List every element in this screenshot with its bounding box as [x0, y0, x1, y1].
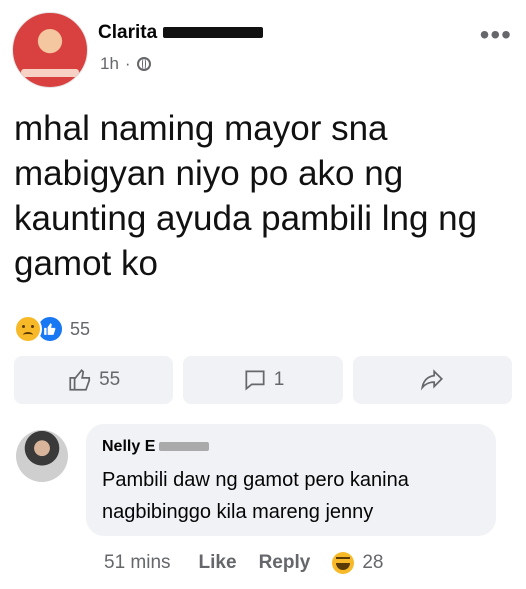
comment-reaction-count[interactable]: 28	[362, 552, 383, 574]
comment-time[interactable]: 51 mins	[104, 552, 171, 574]
action-bar: 55 1	[14, 356, 512, 404]
comment-text: Pambili daw ng gamot pero kanina nagbibi…	[102, 469, 409, 523]
commenter-name[interactable]: Nelly E	[102, 438, 210, 456]
author-name[interactable]: Clarita	[98, 22, 264, 44]
post-header: Clarita 1h · •••	[12, 12, 514, 88]
post-text: mhal naming mayor sna mabigyan niyo po a…	[14, 109, 478, 283]
globe-icon	[136, 57, 151, 71]
author-name-text[interactable]: Clarita	[98, 22, 157, 43]
comment-button[interactable]: 1	[183, 356, 343, 404]
like-button[interactable]: 55	[14, 356, 174, 404]
redacted-name-bar	[163, 27, 264, 39]
more-options-icon[interactable]: •••	[480, 21, 512, 49]
reactions-summary[interactable]: 55	[14, 315, 91, 343]
meta-separator: ·	[124, 54, 131, 73]
comment-meta: 51 mins Like Reply 28	[104, 552, 383, 574]
redacted-commenter-bar	[159, 442, 210, 452]
author-avatar[interactable]	[12, 12, 88, 88]
comment-reply-link[interactable]: Reply	[259, 552, 311, 574]
post-time[interactable]: 1h	[100, 54, 119, 74]
commenter-name-text[interactable]: Nelly E	[102, 438, 155, 455]
reaction-count: 55	[70, 318, 91, 339]
like-count: 55	[99, 369, 121, 390]
share-icon	[421, 369, 444, 391]
comment-count: 1	[273, 369, 285, 390]
haha-reaction-icon	[332, 552, 355, 574]
commenter-avatar[interactable]	[16, 430, 68, 482]
share-button[interactable]	[352, 356, 512, 404]
comment-icon	[245, 370, 265, 391]
sad-reaction-icon	[14, 315, 42, 343]
comment-bubble: Nelly E Pambili daw ng gamot pero kanina…	[86, 424, 496, 536]
post-meta: 1h ·	[100, 54, 151, 74]
comment-like-link[interactable]: Like	[199, 552, 237, 574]
thumbs-up-icon	[69, 368, 91, 391]
